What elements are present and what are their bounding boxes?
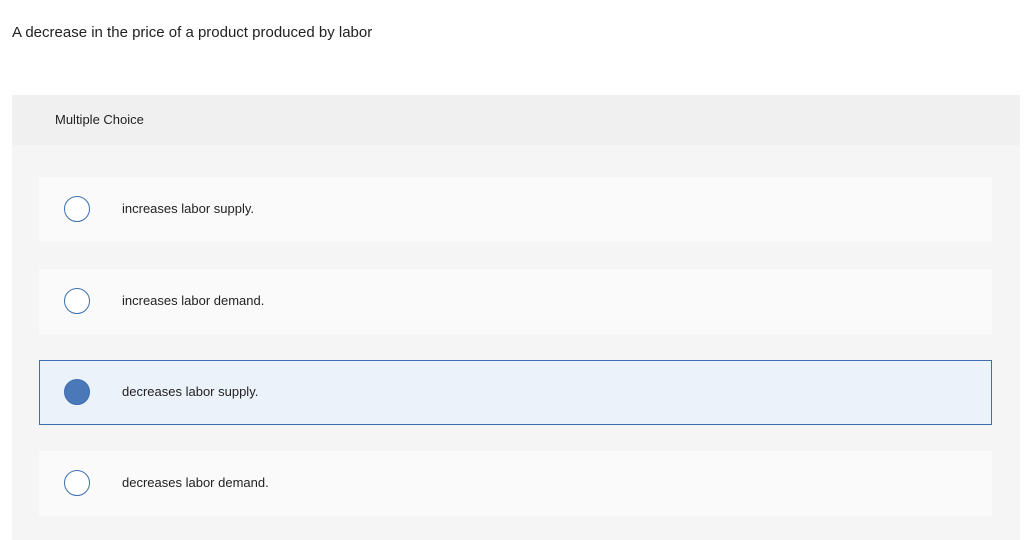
radio-button-unselected[interactable]	[64, 288, 90, 314]
answer-option-label: decreases labor demand.	[122, 475, 269, 490]
answer-option-label: increases labor supply.	[122, 201, 254, 216]
answer-option-1[interactable]: increases labor supply.	[39, 177, 992, 242]
answer-option-4[interactable]: decreases labor demand.	[39, 451, 992, 516]
radio-button-selected[interactable]	[64, 379, 90, 405]
radio-button-unselected[interactable]	[64, 470, 90, 496]
multiple-choice-label: Multiple Choice	[55, 112, 144, 127]
answer-option-label: decreases labor supply.	[122, 384, 259, 399]
answer-option-label: increases labor demand.	[122, 293, 265, 308]
question-text: A decrease in the price of a product pro…	[12, 24, 373, 41]
multiple-choice-header: Multiple Choice	[12, 95, 1020, 145]
multiple-choice-panel: Multiple Choice increases labor supply. …	[12, 95, 1020, 540]
answer-option-3-selected[interactable]: decreases labor supply.	[39, 360, 992, 425]
radio-button-unselected[interactable]	[64, 196, 90, 222]
answer-option-2[interactable]: increases labor demand.	[39, 269, 992, 334]
